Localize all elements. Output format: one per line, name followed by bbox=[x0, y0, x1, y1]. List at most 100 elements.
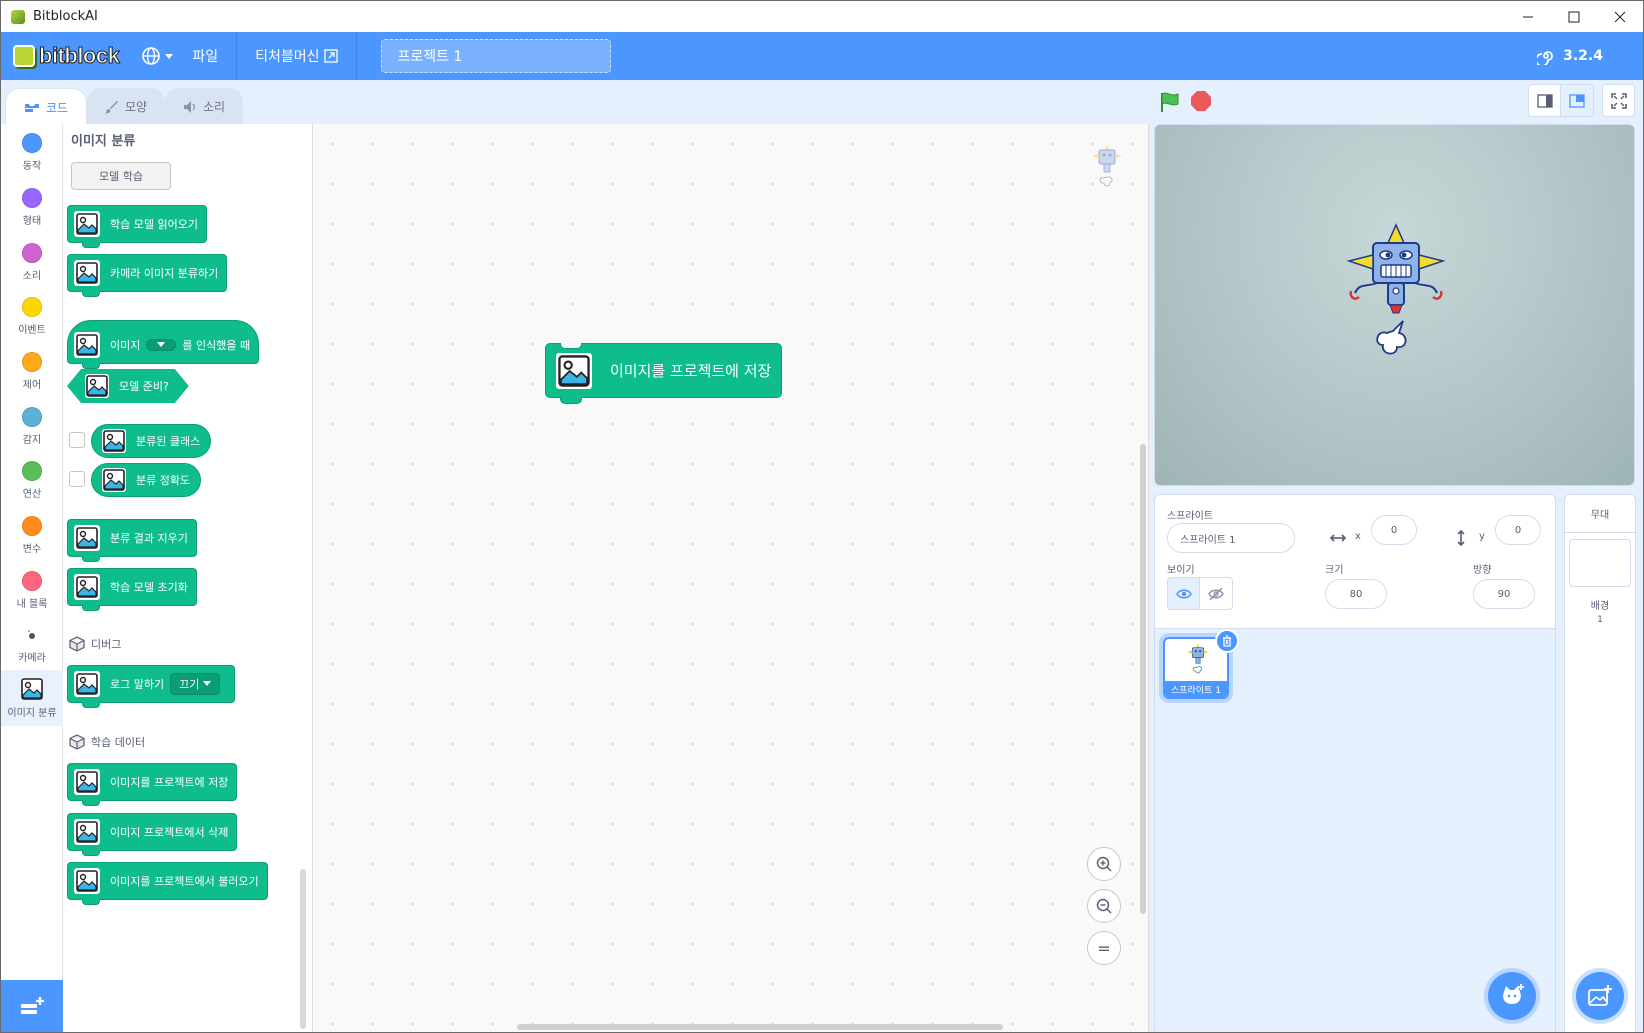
stop-button[interactable] bbox=[1191, 91, 1211, 111]
show-sprite-button[interactable] bbox=[1167, 577, 1200, 610]
class-accuracy-checkbox[interactable] bbox=[69, 471, 85, 487]
size-input[interactable]: 80 bbox=[1325, 579, 1387, 609]
direction-input[interactable]: 90 bbox=[1473, 579, 1535, 609]
category-my-blocks[interactable]: 내 블록 bbox=[1, 562, 63, 618]
block-reset-model-label: 학습 모델 초기화 bbox=[110, 581, 188, 594]
image-icon bbox=[74, 211, 100, 237]
menu-divider bbox=[236, 32, 238, 80]
workspace-horizontal-scrollbar[interactable] bbox=[517, 1024, 1003, 1030]
small-stage-button[interactable] bbox=[1528, 84, 1561, 117]
block-load-images-label: 이미지를 프로젝트에서 불러오기 bbox=[110, 875, 259, 888]
category-control[interactable]: 제어 bbox=[1, 343, 63, 399]
file-menu[interactable]: 파일 bbox=[192, 46, 218, 66]
block-model-ready[interactable]: 모델 준비? bbox=[67, 369, 189, 403]
backdrop-thumbnail[interactable] bbox=[1569, 539, 1631, 587]
stage-canvas[interactable] bbox=[1154, 124, 1635, 486]
category-variables-label: 변수 bbox=[22, 543, 42, 555]
tab-code-label: 코드 bbox=[45, 100, 69, 115]
y-input[interactable]: 0 bbox=[1495, 515, 1541, 545]
project-title-input[interactable]: 프로젝트 1 bbox=[380, 39, 611, 73]
add-extension-button[interactable] bbox=[1, 980, 63, 1032]
version-info[interactable]: 3.2.4 bbox=[1537, 47, 1603, 65]
category-operators-label: 연산 bbox=[22, 488, 42, 500]
add-sprite-button[interactable] bbox=[1488, 972, 1536, 1020]
block-load-images[interactable]: 이미지를 프로젝트에서 불러오기 bbox=[67, 862, 268, 905]
classified-class-checkbox[interactable] bbox=[69, 432, 85, 448]
large-stage-button[interactable] bbox=[1561, 84, 1594, 117]
fullscreen-button[interactable] bbox=[1602, 84, 1635, 117]
category-events-label: 이벤트 bbox=[18, 324, 46, 336]
category-motion-label: 동작 bbox=[22, 160, 42, 172]
category-camera[interactable]: 카메라 bbox=[1, 616, 63, 672]
maximize-button[interactable] bbox=[1551, 1, 1597, 32]
teachable-machine-label: 티처블머신 bbox=[255, 49, 320, 65]
log-option-dropdown[interactable]: 끄기 bbox=[170, 673, 221, 695]
block-notch bbox=[82, 556, 100, 562]
sprite-name-input[interactable]: 스프라이트 1 bbox=[1167, 523, 1295, 553]
block-delete-images-label: 이미지 프로젝트에서 삭제 bbox=[110, 826, 229, 839]
block-clear-result[interactable]: 분류 결과 지우기 bbox=[67, 519, 197, 562]
train-model-button[interactable]: 모델 학습 bbox=[71, 162, 171, 190]
block-log-say[interactable]: 로그 말하기 끄기 bbox=[67, 665, 236, 708]
category-motion-dot bbox=[22, 132, 42, 153]
block-when-image-recognized[interactable]: 이미지 를 인식했을 때 bbox=[67, 320, 260, 369]
sprite-label: 스프라이트 bbox=[1167, 511, 1213, 522]
block-delete-images[interactable]: 이미지 프로젝트에서 삭제 bbox=[67, 813, 238, 856]
stage-mode-controls bbox=[1528, 84, 1635, 117]
image-class-dropdown[interactable] bbox=[146, 339, 177, 351]
sprite-properties: 스프라이트 스프라이트 1 x 0 y 0 보이기 크기 80 방향 90 bbox=[1155, 495, 1555, 629]
close-button[interactable] bbox=[1597, 1, 1643, 32]
sprite-thumbnail-name: 스프라이트 1 bbox=[1165, 681, 1227, 697]
block-notch bbox=[82, 899, 100, 905]
zoom-out-icon bbox=[1096, 898, 1112, 914]
image-icon bbox=[74, 769, 100, 795]
category-image-classification[interactable]: 이미지 분류 bbox=[1, 670, 63, 726]
block-classify-camera[interactable]: 카메라 이미지 분류하기 bbox=[67, 254, 228, 297]
stage-backdrop-pane: 무대 배경 1 bbox=[1564, 494, 1636, 1032]
category-events[interactable]: 이벤트 bbox=[1, 288, 63, 344]
menu-divider bbox=[355, 32, 357, 80]
hide-sprite-button[interactable] bbox=[1200, 577, 1233, 610]
block-load-model[interactable]: 학습 모델 읽어오기 bbox=[67, 205, 207, 248]
green-flag-button[interactable] bbox=[1159, 91, 1181, 117]
small-stage-icon bbox=[1536, 93, 1553, 108]
tab-costumes[interactable]: 모양 bbox=[87, 88, 165, 124]
add-backdrop-button[interactable] bbox=[1576, 972, 1624, 1020]
category-motion[interactable]: 동작 bbox=[1, 124, 63, 180]
x-input[interactable]: 0 bbox=[1371, 515, 1417, 545]
minimize-button[interactable] bbox=[1505, 1, 1551, 32]
language-button[interactable] bbox=[141, 46, 174, 66]
bitblock-logo[interactable]: bitblock bbox=[13, 41, 120, 71]
block-notch bbox=[82, 800, 100, 806]
workspace-block-save-images[interactable]: 이미지를 프로젝트에 저장 bbox=[545, 343, 783, 404]
block-class-accuracy[interactable]: 분류 정확도 bbox=[91, 463, 202, 497]
zoom-out-button[interactable] bbox=[1087, 889, 1121, 923]
delete-sprite-button[interactable] bbox=[1215, 629, 1239, 653]
workspace-vertical-scrollbar[interactable] bbox=[1140, 444, 1146, 914]
category-control-dot bbox=[22, 351, 42, 372]
block-classified-class[interactable]: 분류된 클래스 bbox=[91, 424, 212, 458]
palette-scrollbar[interactable] bbox=[300, 869, 306, 1029]
eye-slash-icon bbox=[1208, 587, 1224, 600]
code-workspace[interactable]: 이미지를 프로젝트에 저장 = bbox=[313, 124, 1149, 1032]
category-sensing[interactable]: 감지 bbox=[1, 398, 63, 454]
maximize-icon bbox=[1568, 11, 1580, 22]
teachable-machine-link[interactable]: 티처블머신 bbox=[255, 46, 338, 66]
block-save-images[interactable]: 이미지를 프로젝트에 저장 bbox=[67, 763, 238, 806]
tab-code[interactable]: 코드 bbox=[5, 88, 87, 125]
tab-sounds[interactable]: 소리 bbox=[165, 88, 243, 124]
chevron-down-icon bbox=[165, 54, 174, 59]
zoom-reset-button[interactable]: = bbox=[1087, 931, 1121, 965]
category-looks[interactable]: 형태 bbox=[1, 179, 63, 235]
category-operators[interactable]: 연산 bbox=[1, 452, 63, 508]
visibility-toggle bbox=[1167, 577, 1233, 610]
category-sound[interactable]: 소리 bbox=[1, 234, 63, 290]
image-icon bbox=[556, 352, 592, 389]
block-reset-model[interactable]: 학습 모델 초기화 bbox=[67, 568, 197, 611]
block-categories: 동작 형태 소리 이벤트 제어 감지 연산 변수 내 블록 카메라 이미지 분류 bbox=[1, 124, 63, 1032]
block-when-recognized-post: 를 인식했을 때 bbox=[182, 339, 251, 352]
zoom-in-button[interactable] bbox=[1087, 847, 1121, 881]
sprite-info-panel: 스프라이트 스프라이트 1 x 0 y 0 보이기 크기 80 방향 90 스프… bbox=[1154, 494, 1556, 1032]
robot-sprite[interactable] bbox=[1341, 221, 1451, 381]
category-variables[interactable]: 변수 bbox=[1, 507, 63, 563]
